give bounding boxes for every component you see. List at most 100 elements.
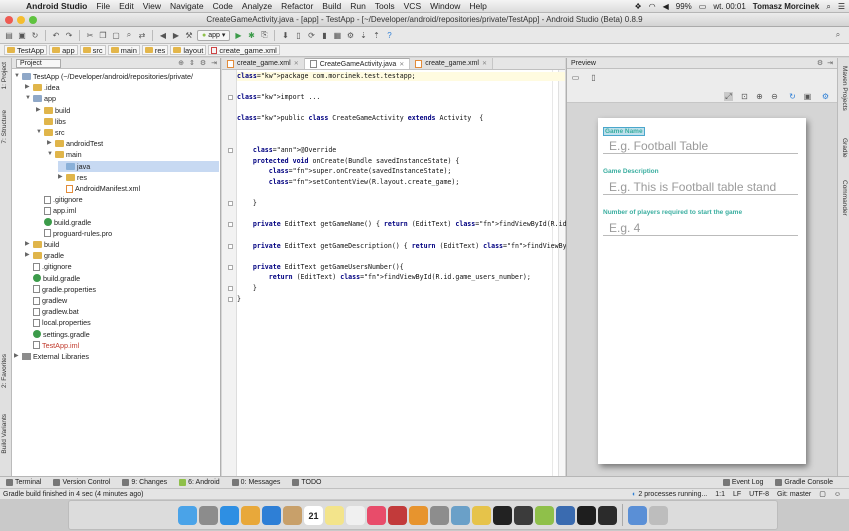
changes-tab[interactable]: 9: Changes — [116, 479, 173, 486]
monitor-icon[interactable]: ▮ — [319, 30, 329, 40]
todo-tab[interactable]: TODO — [286, 479, 327, 486]
sync-scroll-icon[interactable]: ⊕ — [178, 59, 184, 67]
caret-position[interactable]: 1:1 — [715, 491, 725, 498]
tree-node[interactable]: proguard-rules.pro — [36, 228, 112, 239]
gear-icon[interactable]: ⚙ — [200, 59, 206, 67]
menu-view[interactable]: View — [143, 1, 161, 11]
preview-settings-icon[interactable]: ⚙ — [821, 92, 830, 101]
battery-percent[interactable]: 99% — [676, 2, 692, 11]
status-message[interactable]: Gradle build finished in 4 sec (4 minute… — [3, 491, 143, 498]
menu-code[interactable]: Code — [213, 1, 233, 11]
build-variants-tool-tab[interactable]: Build Variants — [1, 414, 8, 454]
tree-node[interactable]: ▶ res — [58, 172, 87, 183]
favorites-tool-tab[interactable]: 2: Favorites — [1, 354, 8, 388]
sync-icon[interactable]: ↻ — [30, 30, 40, 40]
chevron-right-icon[interactable]: ▶ — [25, 239, 31, 250]
terminal-icon[interactable] — [493, 505, 512, 525]
ibooks-icon[interactable] — [409, 505, 428, 525]
tree-node[interactable]: build.gradle — [25, 273, 80, 284]
tree-node[interactable]: gradlew — [25, 295, 67, 306]
chevron-right-icon[interactable]: ▶ — [47, 138, 53, 149]
notes-icon[interactable] — [325, 505, 344, 525]
theme-config-icon[interactable]: ▯ — [589, 73, 598, 82]
editor-tab[interactable]: create_game.xml ✕ — [222, 58, 305, 69]
chevron-down-icon[interactable]: ▼ — [47, 149, 53, 160]
menu-run[interactable]: Run — [350, 1, 366, 11]
app-store-icon[interactable] — [220, 505, 239, 525]
menu-file[interactable]: File — [96, 1, 110, 11]
preview-icon[interactable] — [451, 505, 470, 525]
chevron-right-icon[interactable]: ▶ — [14, 351, 20, 362]
code-line[interactable]: class="kw">public class CreateGameActivi… — [237, 114, 483, 123]
fold-marker-icon[interactable] — [228, 222, 233, 228]
activity-monitor-icon[interactable] — [514, 505, 533, 525]
device-preview-screen[interactable]: Game Name E.g. Football Table Game Descrip… — [598, 118, 806, 464]
gradle-console-tab[interactable]: Gradle Console — [769, 479, 839, 486]
line-separator[interactable]: LF — [733, 491, 741, 498]
hide-panel-icon[interactable]: ⇥ — [827, 59, 833, 67]
search-everywhere-icon[interactable]: ⌕ — [833, 30, 843, 40]
editor-tab[interactable]: create_game.xml ✕ — [410, 58, 494, 69]
tree-node[interactable]: ▶ androidTest — [47, 138, 103, 149]
chevron-right-icon[interactable]: ▶ — [36, 105, 42, 116]
file-encoding[interactable]: UTF-8 — [749, 491, 769, 498]
debug-icon[interactable]: ✱ — [246, 30, 256, 40]
terminal-tab[interactable]: Terminal — [0, 479, 47, 486]
menu-edit[interactable]: Edit — [119, 1, 134, 11]
wifi-icon[interactable]: ◠ — [649, 2, 656, 11]
tree-node[interactable]: gradle.properties — [25, 284, 96, 295]
code-area[interactable]: class="kw">package com.morcinek.test.tes… — [222, 70, 586, 476]
version-control-tab[interactable]: Version Control — [47, 479, 116, 486]
close-icon[interactable]: ✕ — [482, 60, 487, 67]
itunes-icon[interactable] — [367, 505, 386, 525]
tree-node[interactable]: .gitignore — [36, 194, 83, 205]
tree-node[interactable]: app.iml — [36, 205, 76, 216]
collapse-all-icon[interactable]: ⇕ — [189, 59, 195, 67]
system-preferences-icon[interactable] — [430, 505, 449, 525]
launchpad-icon[interactable] — [199, 505, 218, 525]
android-studio-icon[interactable] — [535, 505, 554, 525]
dropbox-icon[interactable]: ❖ — [634, 2, 641, 11]
zoom-out-icon[interactable]: ⊖ — [770, 92, 779, 101]
battery-icon[interactable]: ▭ — [699, 2, 707, 11]
run-configuration-select[interactable]: ● app ▾ — [197, 29, 231, 41]
save-all-icon[interactable]: ▣ — [17, 30, 27, 40]
calendar-icon[interactable]: 21 — [304, 505, 323, 525]
form-field-label[interactable]: Game Description — [603, 168, 659, 175]
breadcrumb-main[interactable]: main — [107, 45, 140, 55]
menu-navigate[interactable]: Navigate — [170, 1, 204, 11]
chevron-right-icon[interactable]: ▶ — [58, 172, 64, 183]
tree-node[interactable]: ▶ External Libraries — [14, 351, 89, 362]
device-config-icon[interactable]: ▭ — [571, 73, 580, 82]
menu-vcs[interactable]: VCS — [404, 1, 421, 11]
zoom-actual-icon[interactable]: ⊡ — [740, 92, 749, 101]
gradle-tool-tab[interactable]: Gradle — [841, 138, 848, 158]
code-line[interactable]: protected void onCreate(Bundle savedInst… — [237, 157, 459, 166]
vcs-commit-icon[interactable]: ⇡ — [371, 30, 381, 40]
fold-marker-icon[interactable] — [228, 296, 233, 302]
refresh-icon[interactable]: ↻ — [788, 92, 797, 101]
copy-icon[interactable]: ❐ — [98, 30, 108, 40]
breadcrumb-src[interactable]: src — [79, 45, 106, 55]
settings-icon[interactable]: ⚙ — [345, 30, 355, 40]
inspection-icon[interactable]: ☺ — [834, 491, 841, 498]
paste-icon[interactable]: ▢ — [111, 30, 121, 40]
menu-help[interactable]: Help — [469, 1, 486, 11]
breadcrumb-testapp[interactable]: TestApp — [4, 45, 48, 55]
editor-tab[interactable]: CreateGameActivity.java ✕ — [304, 58, 411, 69]
structure-tool-tab[interactable]: 7: Structure — [1, 110, 8, 144]
close-window-button[interactable] — [5, 16, 13, 24]
tree-node[interactable]: ▶ .idea — [25, 82, 60, 93]
lock-icon[interactable]: ▢ — [819, 490, 826, 498]
capture-icon[interactable]: ▣ — [803, 92, 812, 101]
chevron-right-icon[interactable]: ▶ — [25, 82, 31, 93]
breadcrumb-create-game-xml[interactable]: create_game.xml — [208, 45, 280, 55]
menu-tools[interactable]: Tools — [375, 1, 395, 11]
commander-tool-tab[interactable]: Commander — [841, 180, 848, 216]
tree-node[interactable]: local.properties — [25, 317, 91, 328]
form-field-label[interactable]: Number of players required to start the … — [603, 209, 742, 216]
code-line[interactable]: } — [237, 199, 257, 208]
spotlight-icon[interactable]: ⌕ — [826, 2, 830, 12]
attach-debugger-icon[interactable]: ⎘ — [259, 30, 269, 40]
project-structure-icon[interactable]: ▦ — [332, 30, 342, 40]
